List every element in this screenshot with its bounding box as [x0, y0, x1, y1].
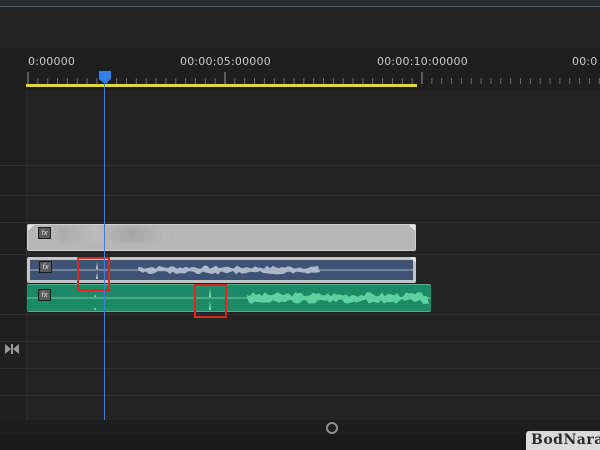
highlight-box	[194, 284, 227, 318]
clip-corner-marker	[409, 225, 415, 231]
playhead-handle-icon[interactable]	[99, 71, 111, 84]
watermark-logo: BodNara	[526, 431, 600, 450]
timecode-label: 00:00:05:00000	[180, 55, 271, 68]
bottom-bar	[0, 434, 600, 450]
track-divider	[0, 395, 600, 396]
horizontal-scrollbar[interactable]	[0, 420, 600, 434]
track-divider	[0, 222, 600, 223]
track-divider	[0, 314, 600, 315]
watermark-text: BodNara	[531, 432, 600, 448]
clip-name-blurred	[58, 226, 168, 242]
fx-badge[interactable]: fx	[39, 261, 52, 273]
clip-corner-marker	[410, 257, 416, 263]
zoom-scroll-handle-icon[interactable]	[326, 422, 338, 434]
track-divider	[0, 254, 600, 255]
track-divider	[0, 195, 600, 196]
highlight-box	[77, 257, 110, 291]
work-area-bar[interactable]	[26, 84, 417, 87]
timecode-label: 00:0	[572, 55, 598, 68]
video-clip[interactable]: fx	[27, 224, 416, 251]
track-divider	[0, 341, 600, 342]
panel-top-border	[0, 0, 600, 7]
clip-corner-marker	[28, 225, 34, 231]
track-header-column	[0, 90, 27, 420]
playhead-line[interactable]	[104, 72, 105, 422]
timecode-label: 0:00000	[28, 55, 76, 68]
fx-badge[interactable]: fx	[38, 227, 51, 239]
track-divider	[0, 165, 600, 166]
ripple-trim-icon[interactable]	[5, 344, 19, 354]
fx-badge[interactable]: fx	[38, 289, 51, 301]
track-area[interactable]	[26, 90, 600, 420]
timecode-label: 00:00:10:00000	[377, 55, 468, 68]
track-divider	[0, 368, 600, 369]
